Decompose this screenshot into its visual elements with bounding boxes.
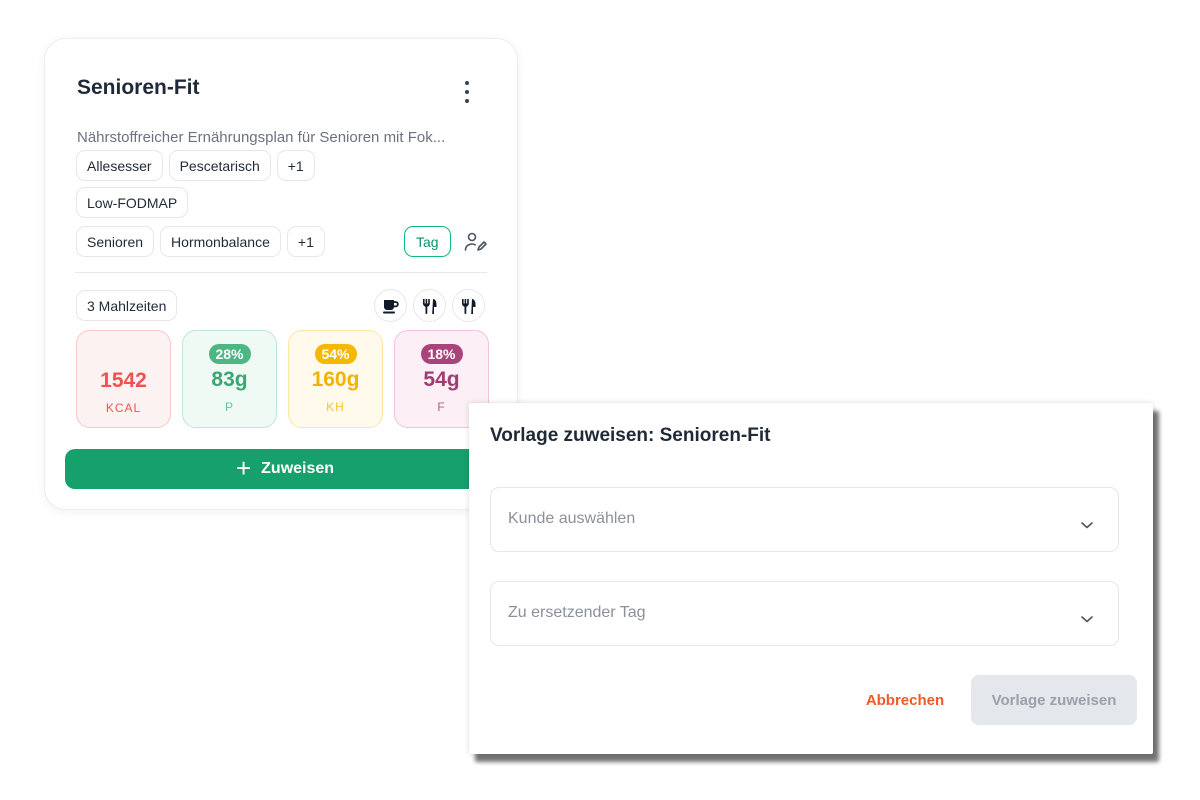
customer-select[interactable]: Kunde auswählen xyxy=(490,487,1119,552)
cutlery-icon xyxy=(452,289,485,322)
day-select-placeholder: Zu ersetzender Tag xyxy=(508,604,646,621)
type-tag[interactable]: Tag xyxy=(404,226,451,257)
goal-tag: Hormonbalance xyxy=(160,226,281,257)
diet-tag: Allesesser xyxy=(76,150,163,181)
protein-percent: 28% xyxy=(208,344,251,364)
carbs-percent: 54% xyxy=(314,344,357,364)
assign-template-dialog: Vorlage zuweisen: Senioren-Fit Kunde aus… xyxy=(469,403,1153,754)
cutlery-icon xyxy=(413,289,446,322)
chevron-down-icon xyxy=(1081,522,1093,529)
macro-summary: 1542 KCAL 28% 83g P 54% 160g KH 18% 54g … xyxy=(76,330,489,428)
divider xyxy=(75,272,487,273)
goal-tags: Senioren Hormonbalance +1 xyxy=(76,226,325,257)
person-edit-icon[interactable] xyxy=(463,230,487,254)
day-select[interactable]: Zu ersetzender Tag xyxy=(490,581,1119,646)
kcal-value: 1542 xyxy=(100,369,147,392)
protein-unit: P xyxy=(224,400,234,414)
protein-value: 83g xyxy=(211,368,248,391)
template-card: Senioren-Fit Nährstoffreicher Ernährungs… xyxy=(44,38,518,510)
meal-icons xyxy=(374,289,485,322)
assign-button-label: Zuweisen xyxy=(261,460,335,477)
diet-tags: Allesesser Pescetarisch +1 xyxy=(76,150,315,181)
meals-count: 3 Mahlzeiten xyxy=(76,290,178,321)
card-title: Senioren-Fit xyxy=(77,76,200,99)
diet-tag: Low-FODMAP xyxy=(76,187,189,218)
diet-tag-more[interactable]: +1 xyxy=(276,150,315,181)
coffee-cup-icon xyxy=(374,289,407,322)
macro-carbs: 54% 160g KH xyxy=(288,330,383,428)
macro-protein: 28% 83g P xyxy=(182,330,277,428)
fat-value: 54g xyxy=(423,368,460,391)
more-options-icon[interactable] xyxy=(458,79,476,105)
macro-kcal: 1542 KCAL xyxy=(76,330,171,428)
carbs-value: 160g xyxy=(311,368,360,391)
fat-percent: 18% xyxy=(420,344,463,364)
customer-select-placeholder: Kunde auswählen xyxy=(508,510,636,527)
carbs-unit: KH xyxy=(326,400,345,414)
cancel-button[interactable]: Abbrechen xyxy=(853,675,957,725)
chevron-down-icon xyxy=(1081,616,1093,623)
kcal-unit: KCAL xyxy=(105,401,142,415)
dialog-title: Vorlage zuweisen: Senioren-Fit xyxy=(490,425,771,446)
goal-tag: Senioren xyxy=(76,226,155,257)
assign-template-button[interactable]: Vorlage zuweisen xyxy=(971,675,1137,725)
plus-icon: + xyxy=(235,453,252,483)
diet-tag: Pescetarisch xyxy=(168,150,271,181)
goal-tag-more[interactable]: +1 xyxy=(286,226,325,257)
diet-tags-row2: Low-FODMAP xyxy=(76,187,189,218)
card-description: Nährstoffreicher Ernährungsplan für Seni… xyxy=(77,129,446,146)
assign-button[interactable]: + Zuweisen xyxy=(65,449,505,489)
